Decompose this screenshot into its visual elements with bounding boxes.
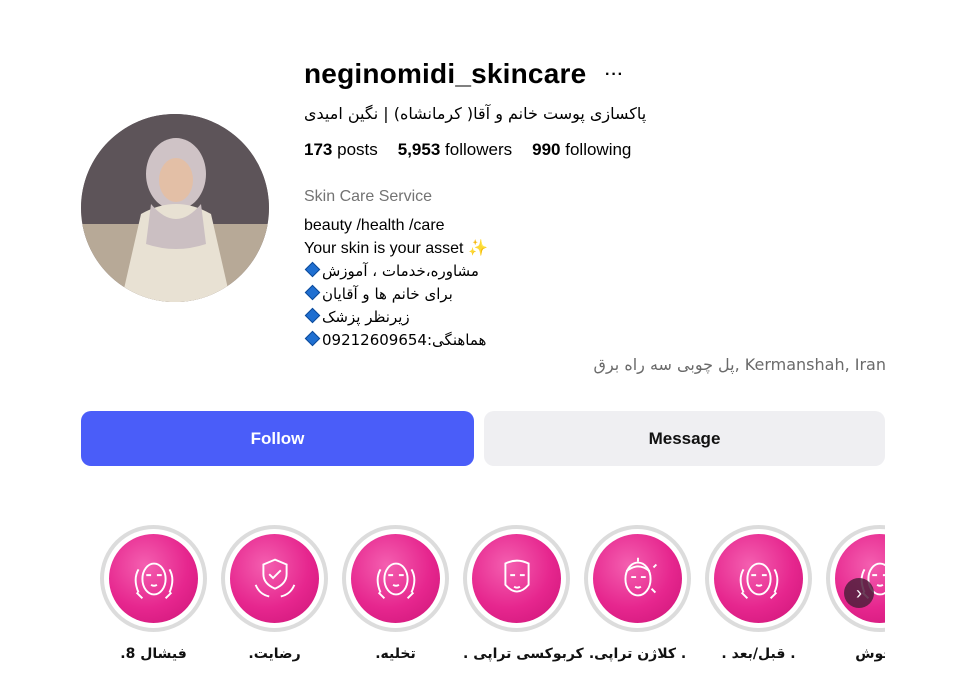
ellipsis-icon[interactable]: ··· <box>605 66 624 84</box>
diamond-icon <box>304 307 321 324</box>
highlight-item[interactable]: . کربوکسی تراپی <box>463 525 584 662</box>
shield-check-hands-icon <box>254 558 295 597</box>
highlight-item[interactable]: .فیشال 8 <box>100 525 207 662</box>
followers-label: followers <box>445 140 513 159</box>
following-label: following <box>565 140 632 159</box>
highlight-label: .تخلیه <box>375 646 416 662</box>
profile-bio: beauty /health /care Your skin is your a… <box>304 214 488 352</box>
follow-button[interactable]: Follow <box>81 411 474 466</box>
face-massage-icon <box>739 562 778 599</box>
story-highlights: .فیشال 8 .رضایت .تخلیه . کربوکسی تراپی .… <box>100 525 885 675</box>
highlight-label: جوش . <box>855 646 885 662</box>
followers-stat[interactable]: 5,953 followers <box>398 140 512 160</box>
avatar-photo <box>81 114 269 302</box>
highlights-next-button[interactable]: › <box>844 578 874 608</box>
profile-avatar[interactable] <box>81 114 269 302</box>
bio-line: هماهنگی:09212609654 <box>304 329 488 352</box>
bio-line: Your skin is your asset ✨ <box>304 240 488 257</box>
bio-line: زیرنظر پزشک <box>304 306 488 329</box>
followers-count: 5,953 <box>397 140 441 159</box>
profile-full-name: پاکسازی پوست خانم و آقا( کرمانشاه) | نگی… <box>304 104 647 123</box>
diamond-icon <box>304 284 321 301</box>
sparkles-icon: ✨ <box>467 240 488 257</box>
highlight-label: .کلاژن تراپی . <box>588 646 687 662</box>
posts-count: 173 <box>304 140 333 159</box>
highlight-item[interactable]: .رضایت <box>221 525 328 662</box>
face-massage-icon <box>134 562 173 599</box>
face-treatment-icon <box>623 557 657 596</box>
diamond-icon <box>304 330 321 347</box>
highlight-label: .رضایت <box>248 646 301 662</box>
highlight-item[interactable]: .تخلیه <box>342 525 449 662</box>
highlight-item[interactable]: . قبل/بعد . <box>705 525 812 662</box>
profile-category: Skin Care Service <box>304 188 433 205</box>
face-massage-icon <box>376 562 415 599</box>
posts-label: posts <box>337 140 378 159</box>
following-count: 990 <box>532 140 561 159</box>
profile-stats: 173 posts 5,953 followers 990 following <box>304 140 631 160</box>
bio-line: برای خانم ها و آقایان <box>304 283 488 306</box>
following-stat[interactable]: 990 following <box>532 140 631 160</box>
highlight-label: . کربوکسی تراپی <box>463 646 584 662</box>
posts-stat[interactable]: 173 posts <box>304 140 378 160</box>
highlight-item[interactable]: .کلاژن تراپی . <box>584 525 691 662</box>
message-button[interactable]: Message <box>484 411 885 466</box>
highlight-label: . قبل/بعد . <box>721 646 796 662</box>
face-mask-icon <box>503 559 530 593</box>
chevron-right-icon: › <box>856 582 862 603</box>
diamond-icon <box>304 261 321 278</box>
profile-username: neginomidi_skincare <box>304 58 587 89</box>
bio-line: مشاوره،خدمات ، آموزش <box>304 260 488 283</box>
bio-line: beauty /health /care <box>304 217 445 234</box>
profile-location[interactable]: پل چوبی سه راه برق, Kermanshah, Iran <box>594 355 886 374</box>
highlight-label: .فیشال 8 <box>120 646 187 662</box>
